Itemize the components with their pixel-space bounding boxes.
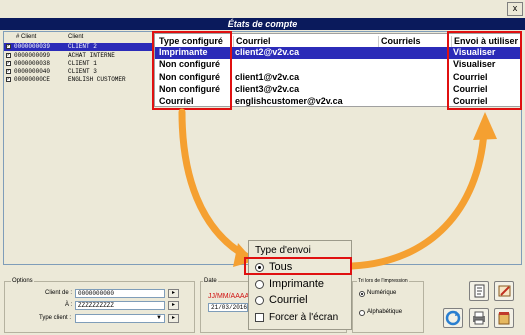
checkbox-forcer-label: Forcer à l'écran — [269, 312, 339, 323]
radio-alphabetique-label: Alphabétique — [367, 309, 403, 315]
type-client-label: Type client : — [39, 315, 72, 321]
printer-icon — [473, 311, 485, 325]
radio-alphabetique[interactable] — [359, 310, 365, 316]
arrow-to-popup — [178, 108, 250, 260]
arrow-head-2 — [473, 112, 497, 140]
radio-courriel[interactable] — [255, 296, 264, 305]
options-legend: Options — [11, 278, 34, 284]
sort-legend: Tri lors de l'impression — [357, 278, 409, 284]
type-envoi-legend: Type d'envoi — [255, 245, 311, 256]
radio-courriel-label: Courriel — [269, 294, 308, 306]
pick-client-de-button[interactable]: ▸ — [168, 289, 179, 298]
date-legend: Date — [203, 278, 218, 284]
client-de-label: Client de : — [45, 290, 73, 296]
type-envoi-panel: Type d'envoi Tous Imprimante Courriel Fo… — [248, 240, 352, 330]
chevron-down-icon[interactable]: ▼ — [156, 315, 162, 321]
arrow-to-envoi — [348, 128, 488, 270]
pick-icon: ▸ — [171, 290, 175, 296]
highlight-tous — [244, 257, 352, 275]
radio-numerique[interactable] — [359, 291, 365, 297]
pick-type-client-button[interactable]: ▸ — [168, 314, 179, 323]
checkbox-forcer[interactable] — [255, 313, 264, 322]
report-icon — [474, 284, 485, 298]
radio-numerique-label: Numérique — [367, 290, 397, 296]
clear-button[interactable] — [494, 308, 514, 328]
a-label: À : — [65, 302, 73, 308]
report-button[interactable] — [469, 281, 489, 301]
refresh-icon — [445, 310, 461, 326]
edit-button[interactable] — [494, 281, 514, 301]
a-input[interactable]: ZZZZZZZZZZ — [75, 301, 165, 310]
eraser-icon — [498, 312, 510, 325]
type-client-select[interactable] — [75, 314, 165, 323]
pick-icon: ▸ — [171, 302, 175, 308]
refresh-button[interactable] — [443, 308, 463, 328]
pick-a-button[interactable]: ▸ — [168, 301, 179, 310]
date-format: JJ/MM/AAAA — [208, 293, 250, 300]
options-panel: Options Client de : 0000000000 ▸ À : ZZZ… — [4, 278, 195, 333]
print-button[interactable] — [469, 308, 489, 328]
client-de-input[interactable]: 0000000000 — [75, 289, 165, 298]
pick-icon: ▸ — [171, 315, 175, 321]
sort-panel: Tri lors de l'impression Numérique Alpha… — [352, 278, 424, 333]
radio-imprimante-label: Imprimante — [269, 278, 325, 290]
pen-icon — [498, 285, 511, 297]
date-input[interactable]: 21/03/2016 — [208, 303, 248, 312]
radio-imprimante[interactable] — [255, 280, 264, 289]
